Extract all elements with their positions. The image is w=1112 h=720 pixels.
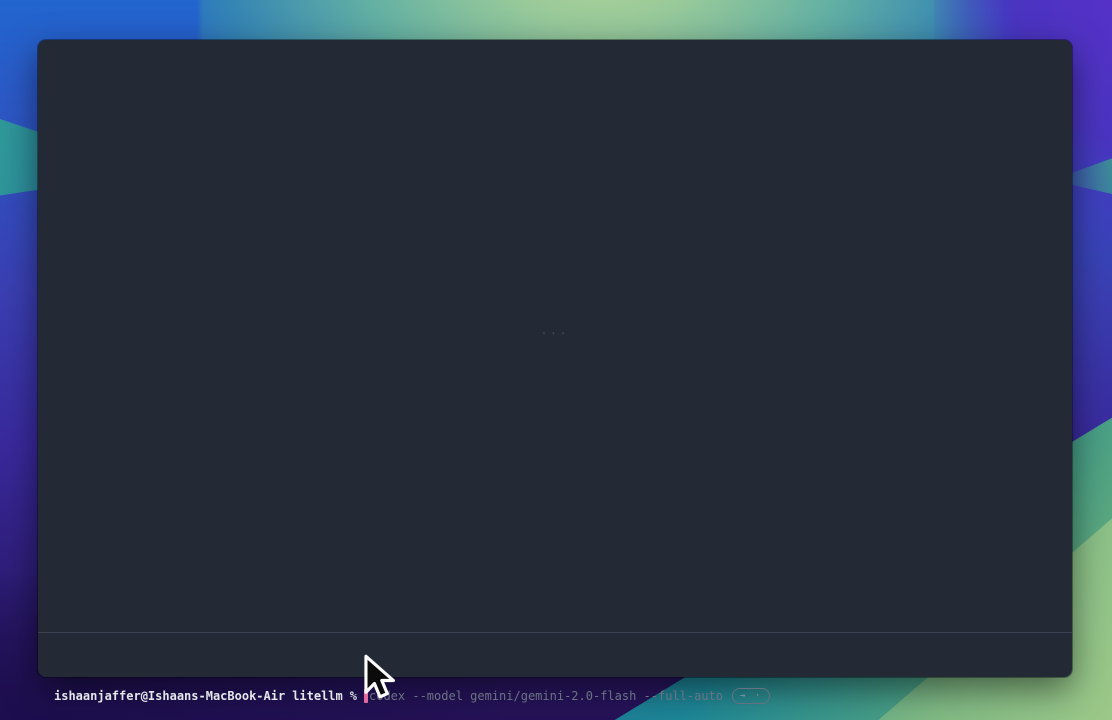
key-hint-label: → ·	[740, 690, 762, 702]
text-cursor	[364, 689, 368, 703]
terminal-prompt-line[interactable]: ishaanjaffer@Ishaans-MacBook-Air litellm…	[54, 688, 770, 704]
loading-dots: ···	[541, 327, 570, 340]
terminal-window[interactable]: ··· ishaanjaffer@Ishaans-MacBook-Air lit…	[38, 40, 1072, 677]
terminal-output-area: ···	[38, 40, 1072, 632]
prompt-symbol: %	[350, 688, 357, 704]
prompt-user-host: ishaanjaffer@Ishaans-MacBook-Air	[54, 688, 285, 704]
right-arrow-key-hint: → ·	[732, 688, 770, 704]
autosuggestion-text: codex --model gemini/gemini-2.0-flash --…	[369, 688, 723, 704]
prompt-directory: litellm	[292, 688, 343, 704]
terminal-divider	[38, 632, 1072, 633]
